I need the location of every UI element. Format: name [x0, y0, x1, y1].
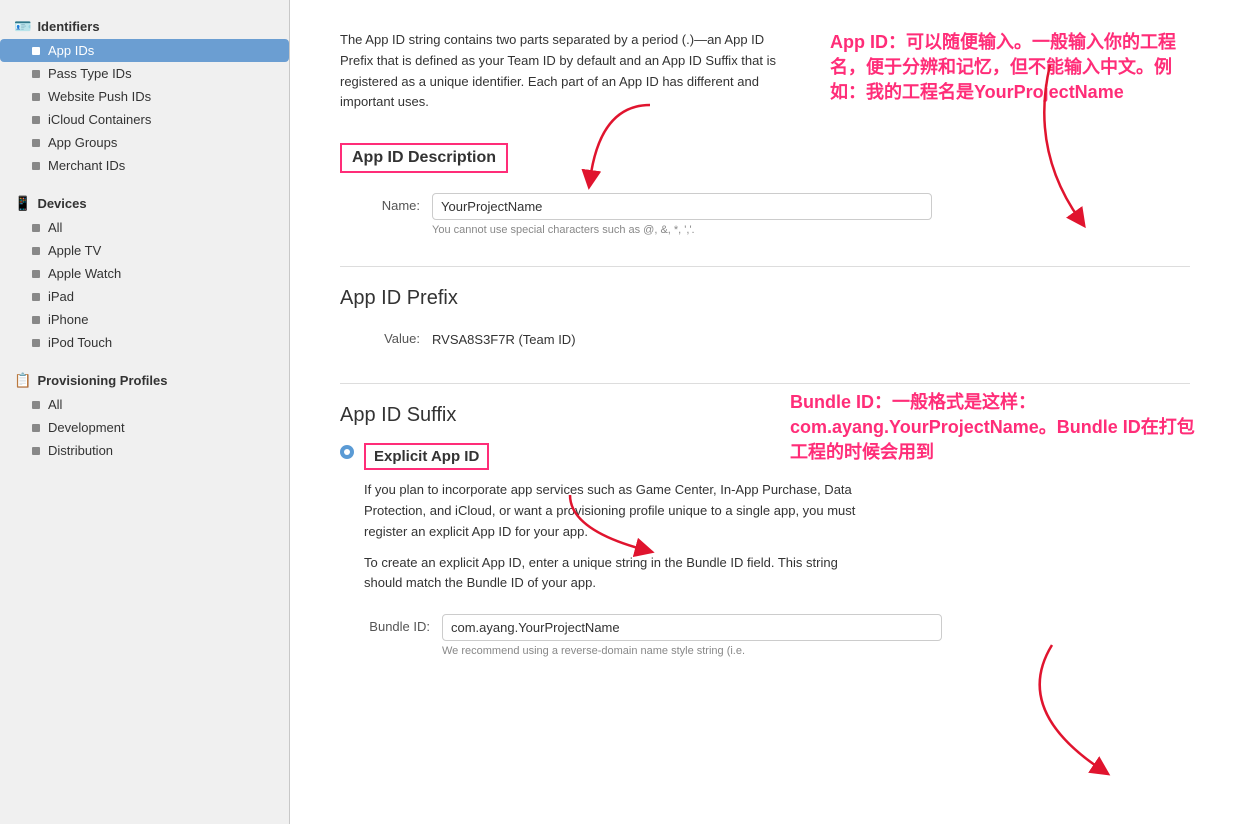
bullet-icon: [32, 224, 40, 232]
explicit-radio[interactable]: [340, 445, 354, 459]
explicit-description2-text: To create an explicit App ID, enter a un…: [364, 553, 864, 595]
sidebar-item-label: Website Push IDs: [48, 89, 151, 104]
profile-icon: 📋: [14, 372, 31, 389]
sidebar-item-app-groups[interactable]: App Groups: [0, 131, 289, 154]
prefix-value-text: RVSA8S3F7R (Team ID): [432, 326, 576, 353]
explicit-app-id-label: Explicit App ID: [364, 443, 489, 470]
sidebar-item-website-push-ids[interactable]: Website Push IDs: [0, 85, 289, 108]
sidebar-section-devices: 📱 Devices: [0, 189, 289, 216]
sidebar-item-label: Development: [48, 420, 125, 435]
sidebar-item-label: Merchant IDs: [48, 158, 125, 173]
sidebar-item-pass-type-ids[interactable]: Pass Type IDs: [0, 62, 289, 85]
name-row: Name: You cannot use special characters …: [340, 193, 1190, 236]
bundle-id-label: Bundle ID:: [340, 614, 430, 634]
bullet-icon: [32, 424, 40, 432]
bundle-id-row: Bundle ID: We recommend using a reverse-…: [340, 614, 1190, 657]
bundle-input-group: We recommend using a reverse-domain name…: [442, 614, 942, 657]
sidebar-item-ipad[interactable]: iPad: [0, 285, 289, 308]
bullet-icon: [32, 47, 40, 55]
name-hint: You cannot use special characters such a…: [432, 224, 932, 236]
bullet-icon: [32, 316, 40, 324]
sidebar-item-label: iPad: [48, 289, 74, 304]
bullet-icon: [32, 270, 40, 278]
sidebar-item-label: iPod Touch: [48, 335, 112, 350]
sidebar-item-development[interactable]: Development: [0, 416, 289, 439]
app-id-prefix-section: App ID Prefix Value: RVSA8S3F7R (Team ID…: [340, 266, 1190, 353]
bullet-icon: [32, 339, 40, 347]
bundle-id-section: Bundle ID: We recommend using a reverse-…: [340, 614, 1190, 657]
bullet-icon: [32, 247, 40, 255]
name-label: Name:: [340, 193, 420, 213]
sidebar-item-label: Pass Type IDs: [48, 66, 132, 81]
explicit-radio-row: Explicit App ID: [340, 443, 1190, 470]
name-input-group: You cannot use special characters such a…: [432, 193, 932, 236]
annotation-app-id-name: App ID：可以随便输入。一般输入你的工程名，便于分辨和记忆，但不能输入中文。…: [830, 30, 1200, 106]
app-id-description-title: App ID Description: [340, 143, 508, 173]
bundle-id-input[interactable]: [442, 614, 942, 641]
sidebar-item-iphone[interactable]: iPhone: [0, 308, 289, 331]
sidebar-item-label: App Groups: [48, 135, 117, 150]
bullet-icon: [32, 93, 40, 101]
app-id-suffix-section: App ID Suffix Explicit App ID If you pla…: [340, 383, 1190, 657]
sidebar-item-app-ids[interactable]: App IDs: [0, 39, 289, 62]
device-icon: 📱: [14, 195, 31, 212]
prefix-title: App ID Prefix: [340, 266, 1190, 310]
sidebar-item-all-devices[interactable]: All: [0, 216, 289, 239]
explicit-description-text: If you plan to incorporate app services …: [364, 480, 864, 542]
main-content: The App ID string contains two parts sep…: [290, 0, 1240, 824]
bullet-icon: [32, 139, 40, 147]
sidebar-section-label: Devices: [37, 196, 86, 211]
sidebar-item-icloud-containers[interactable]: iCloud Containers: [0, 108, 289, 131]
intro-paragraph: The App ID string contains two parts sep…: [340, 30, 800, 113]
sidebar-section-provisioning: 📋 Provisioning Profiles: [0, 366, 289, 393]
sidebar-item-label: App IDs: [48, 43, 94, 58]
suffix-title: App ID Suffix: [340, 383, 1190, 427]
bullet-icon: [32, 116, 40, 124]
sidebar-section-identifiers: 🪪 Identifiers: [0, 12, 289, 39]
bullet-icon: [32, 162, 40, 170]
sidebar-section-label: Provisioning Profiles: [37, 373, 167, 388]
bullet-icon: [32, 70, 40, 78]
sidebar-item-distribution[interactable]: Distribution: [0, 439, 289, 462]
prefix-value-label: Value:: [340, 326, 420, 346]
sidebar-item-label: iPhone: [48, 312, 88, 327]
prefix-value-row: Value: RVSA8S3F7R (Team ID): [340, 326, 1190, 353]
bundle-id-hint: We recommend using a reverse-domain name…: [442, 645, 942, 657]
arrow-annotation-to-bundle: [1002, 640, 1202, 780]
bullet-icon: [32, 293, 40, 301]
id-icon: 🪪: [14, 18, 31, 35]
sidebar-item-label: Distribution: [48, 443, 113, 458]
sidebar-item-label: Apple Watch: [48, 266, 121, 281]
sidebar-item-label: All: [48, 397, 62, 412]
sidebar-item-apple-watch[interactable]: Apple Watch: [0, 262, 289, 285]
sidebar-item-apple-tv[interactable]: Apple TV: [0, 239, 289, 262]
sidebar-item-merchant-ids[interactable]: Merchant IDs: [0, 154, 289, 177]
sidebar-item-label: All: [48, 220, 62, 235]
sidebar-item-all-profiles[interactable]: All: [0, 393, 289, 416]
name-input[interactable]: [432, 193, 932, 220]
sidebar-item-label: Apple TV: [48, 243, 101, 258]
app-id-description-section: App ID Description Name: You cannot use …: [340, 143, 1190, 236]
sidebar-item-label: iCloud Containers: [48, 112, 151, 127]
sidebar: 🪪 Identifiers App IDs Pass Type IDs Webs…: [0, 0, 290, 824]
bullet-icon: [32, 447, 40, 455]
bullet-icon: [32, 401, 40, 409]
sidebar-section-label: Identifiers: [37, 19, 99, 34]
sidebar-item-ipod-touch[interactable]: iPod Touch: [0, 331, 289, 354]
